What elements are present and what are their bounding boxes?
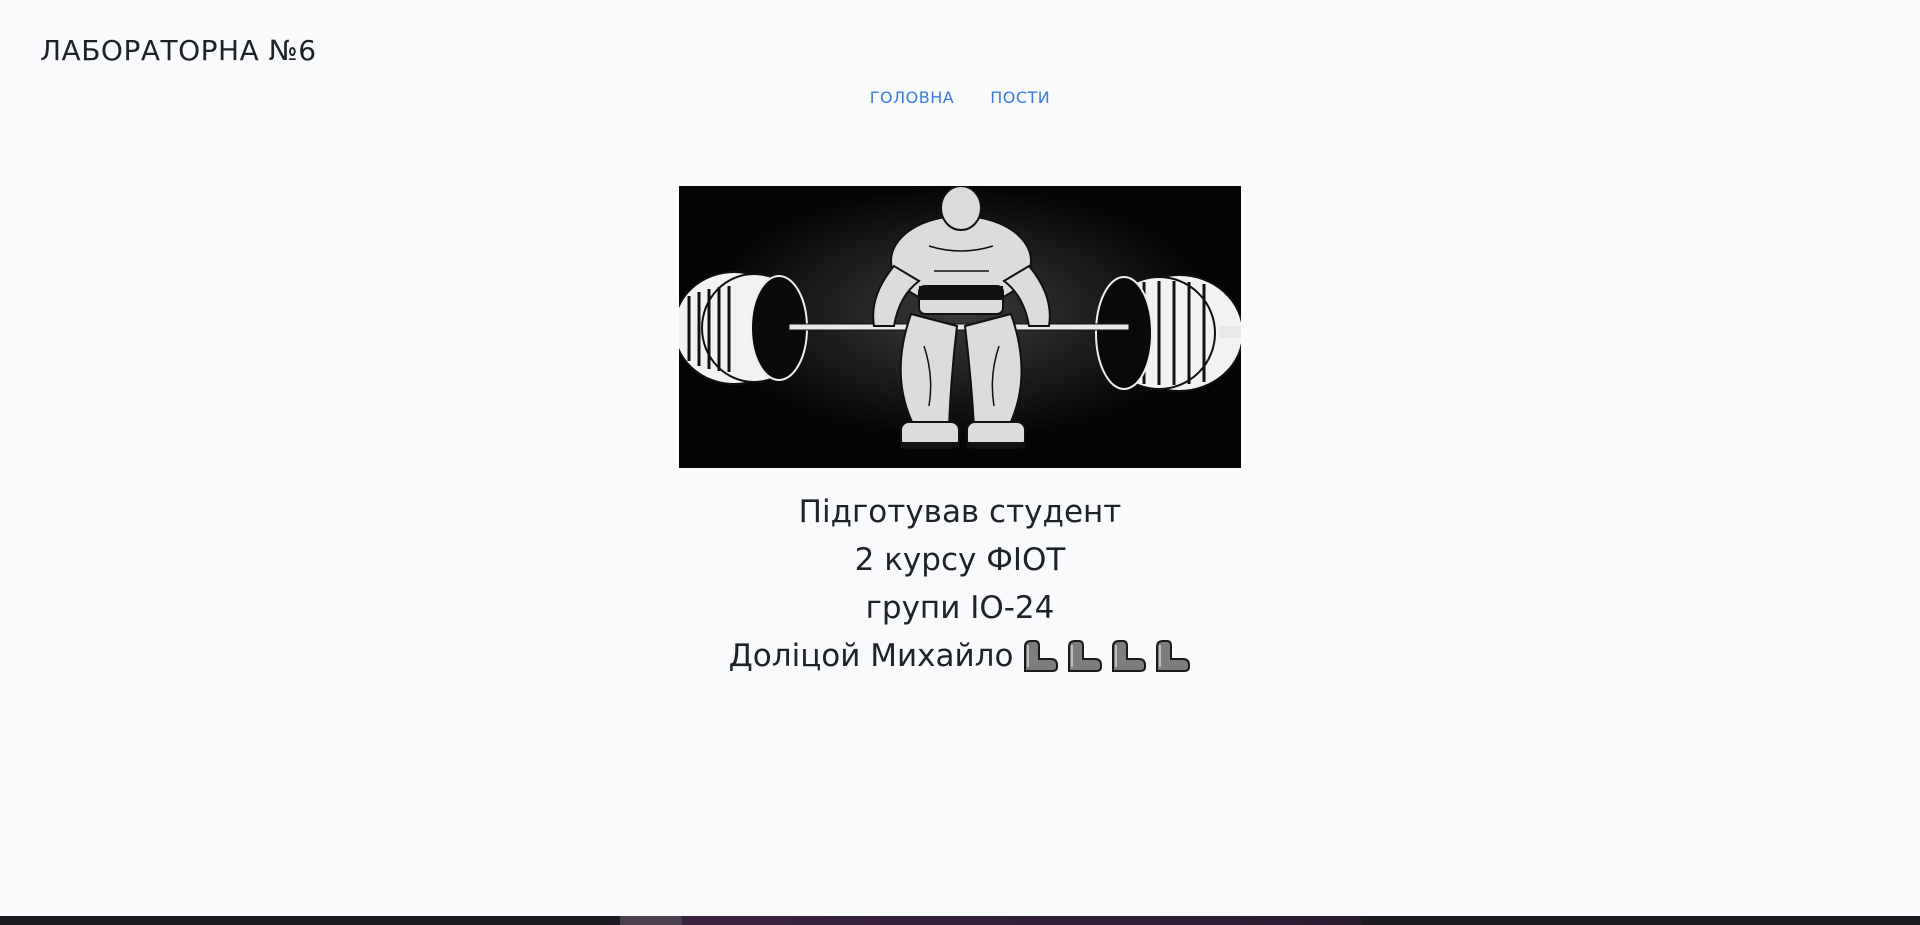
taskbar-segment: [682, 916, 1362, 925]
bodybuilder-deadlift-illustration: [679, 186, 1241, 468]
author-caption: Підготував студент 2 курсу ФІОТ групи ІО…: [0, 488, 1920, 682]
page: ЛАБОРАТОРНА №6 ГОЛОВНА ПОСТИ Підготував …: [0, 0, 1920, 925]
nav-link-home[interactable]: ГОЛОВНА: [870, 88, 954, 107]
flexed-arm-icon: [1068, 640, 1103, 672]
author-name: Доліцой Михайло: [728, 638, 1014, 674]
taskbar-strip: [0, 916, 1920, 925]
caption-line: Підготував студент: [798, 494, 1122, 530]
caption-line: 2 курсу ФІОТ: [854, 542, 1066, 578]
main-nav: ГОЛОВНА ПОСТИ: [0, 88, 1920, 107]
taskbar-segment: [620, 916, 682, 925]
flexed-arm-icon: [1112, 640, 1147, 672]
hero-image: [679, 186, 1241, 468]
site-title: ЛАБОРАТОРНА №6: [40, 34, 317, 67]
flexed-arm-icon: [1024, 640, 1059, 672]
nav-link-posts[interactable]: ПОСТИ: [990, 88, 1050, 107]
caption-line: групи ІО-24: [865, 590, 1055, 626]
caption-author-line: Доліцой Михайло: [0, 632, 1920, 682]
flexed-arm-icon: [1156, 640, 1191, 672]
flexed-arm-icon-group: [1015, 634, 1191, 682]
